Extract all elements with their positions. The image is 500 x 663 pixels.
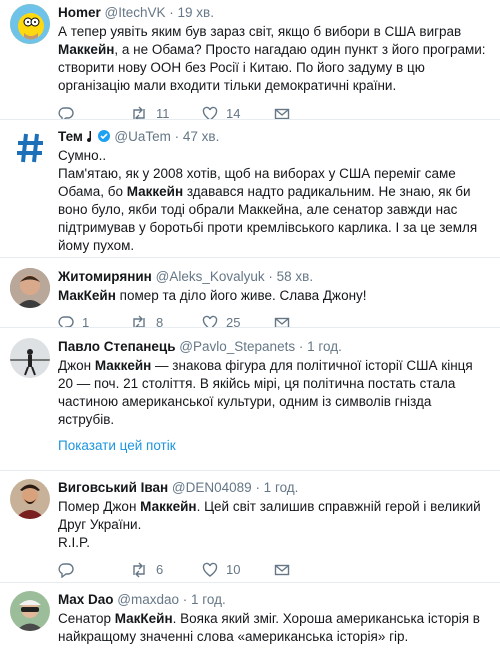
avatar[interactable]	[10, 479, 50, 519]
user-avatar-image	[10, 268, 50, 308]
tweet-header: Житомирянин @Aleks_Kovalyuk · 58 хв.	[58, 268, 488, 286]
reply-icon	[58, 316, 74, 327]
retweet-count: 8	[156, 315, 164, 328]
message-button[interactable]	[274, 315, 346, 327]
reply-button[interactable]	[58, 106, 130, 119]
tweet-text: Сенатор МакКейн. Вояка який зміг. Хороша…	[58, 611, 480, 644]
envelope-icon	[274, 317, 290, 327]
author-name[interactable]: Виговський Іван	[58, 480, 168, 495]
author-name[interactable]: Павло Степанець	[58, 339, 176, 354]
reply-button[interactable]	[58, 562, 130, 578]
author-handle[interactable]: @DEN04089	[172, 480, 252, 495]
reply-button[interactable]: 1	[58, 314, 130, 328]
author-handle[interactable]: @maxdao	[117, 592, 179, 607]
retweet-icon	[133, 106, 145, 119]
author-handle[interactable]: @Pavlo_Stepanets	[179, 339, 295, 354]
tweet-text: Сумно.. Пам'ятаю, як у 2008 хотів, щоб н…	[58, 148, 478, 253]
retweet-icon	[133, 562, 145, 578]
like-button[interactable]: 14	[202, 105, 274, 120]
retweet-button[interactable]: 11	[130, 105, 202, 120]
retweet-count: 6	[156, 562, 164, 577]
tweet-header: Виговський Іван @DEN04089 · 1 год.	[58, 479, 488, 497]
keyword-highlight: Маккейн	[58, 42, 115, 57]
hashtag-avatar-image	[17, 133, 43, 163]
envelope-icon	[274, 564, 290, 576]
like-button[interactable]: 25	[202, 314, 274, 328]
reply-icon	[58, 563, 74, 578]
avatar[interactable]	[10, 268, 50, 308]
show-thread-link[interactable]: Показати цей потік	[0, 436, 500, 471]
tweet-actions: 6 10	[58, 561, 488, 579]
like-count: 14	[226, 106, 241, 120]
like-count: 10	[226, 562, 241, 577]
keyword-highlight: Маккейн	[94, 358, 152, 373]
tweet-actions: 11 14	[58, 105, 488, 120]
tweet-time[interactable]: · 58 хв.	[268, 269, 313, 284]
like-count: 25	[226, 315, 241, 328]
tweet-time[interactable]: · 47 хв.	[175, 129, 220, 144]
tweet-text: Джон Маккейн — знакова фігура для політи…	[58, 358, 473, 427]
tweet-item[interactable]: Homer @ItechVK · 19 хв. А тепер уявіть я…	[0, 0, 500, 120]
tweet-text: МакКейн помер та діло його живе. Слава Д…	[58, 288, 367, 303]
keyword-highlight: МакКейн	[114, 611, 173, 626]
heart-icon	[202, 106, 218, 119]
tweet-header: Homer @ItechVK · 19 хв.	[58, 4, 488, 22]
keyword-highlight: МакКейн	[58, 288, 116, 303]
avatar[interactable]	[10, 591, 50, 631]
avatar[interactable]	[10, 4, 50, 44]
user-avatar-image	[10, 591, 50, 631]
message-button[interactable]	[274, 562, 346, 578]
retweet-button[interactable]: 6	[130, 561, 202, 579]
keyword-highlight: Маккейн	[140, 499, 197, 514]
retweet-button[interactable]: 8	[130, 314, 202, 328]
user-avatar-image	[10, 338, 50, 378]
reply-count: 1	[82, 315, 90, 328]
author-name[interactable]: Тем	[58, 129, 83, 144]
retweet-count: 11	[156, 106, 170, 120]
homer-avatar-image	[10, 4, 50, 44]
avatar[interactable]	[10, 128, 50, 168]
author-handle[interactable]: @UaTem	[114, 129, 170, 144]
tweet-time[interactable]: · 1 год.	[183, 592, 226, 607]
author-handle[interactable]: @ItechVK	[105, 5, 166, 20]
avatar[interactable]	[10, 338, 50, 378]
heart-icon	[202, 315, 218, 327]
reply-icon	[58, 107, 74, 119]
message-button[interactable]	[274, 106, 346, 119]
tweet-item[interactable]: Житомирянин @Aleks_Kovalyuk · 58 хв. Мак…	[0, 258, 500, 328]
tweet-time[interactable]: · 1 год.	[255, 480, 298, 495]
like-button[interactable]: 10	[202, 561, 274, 579]
tweet-time[interactable]: · 1 год.	[299, 339, 342, 354]
tweet-text: Помер Джон Маккейн. Цей світ залишив спр…	[58, 499, 481, 550]
tweet-text: А тепер уявіть яким був зараз світ, якщо…	[58, 24, 486, 93]
author-name[interactable]: Житомирянин	[58, 269, 152, 284]
envelope-icon	[274, 108, 290, 119]
user-avatar-image	[10, 479, 50, 519]
author-name[interactable]: Homer	[58, 5, 101, 20]
tweet-header: Тем @UaTem · 47 хв.	[58, 128, 488, 146]
tweet-header: Павло Степанець @Pavlo_Stepanets · 1 год…	[58, 338, 488, 356]
tweet-item[interactable]: Виговський Іван @DEN04089 · 1 год. Помер…	[0, 471, 500, 583]
author-name[interactable]: Max Dao	[58, 592, 114, 607]
tweet-item[interactable]: Тем @UaTem · 47 хв. Сумно.. Пам'ятаю, як…	[0, 120, 500, 258]
heart-icon	[202, 562, 218, 577]
tweet-item[interactable]: Павло Степанець @Pavlo_Stepanets · 1 год…	[0, 328, 500, 436]
tweet-time[interactable]: · 19 хв.	[169, 5, 214, 20]
keyword-highlight: Маккейн	[126, 184, 184, 199]
tweet-actions: 1 8 25	[58, 314, 488, 328]
retweet-icon	[133, 315, 145, 327]
tweet-item[interactable]: Max Dao @maxdao · 1 год. Сенатор МакКейн…	[0, 583, 500, 663]
author-handle[interactable]: @Aleks_Kovalyuk	[156, 269, 265, 284]
emoji-icon	[86, 130, 110, 143]
tweet-header: Max Dao @maxdao · 1 год.	[58, 591, 488, 609]
